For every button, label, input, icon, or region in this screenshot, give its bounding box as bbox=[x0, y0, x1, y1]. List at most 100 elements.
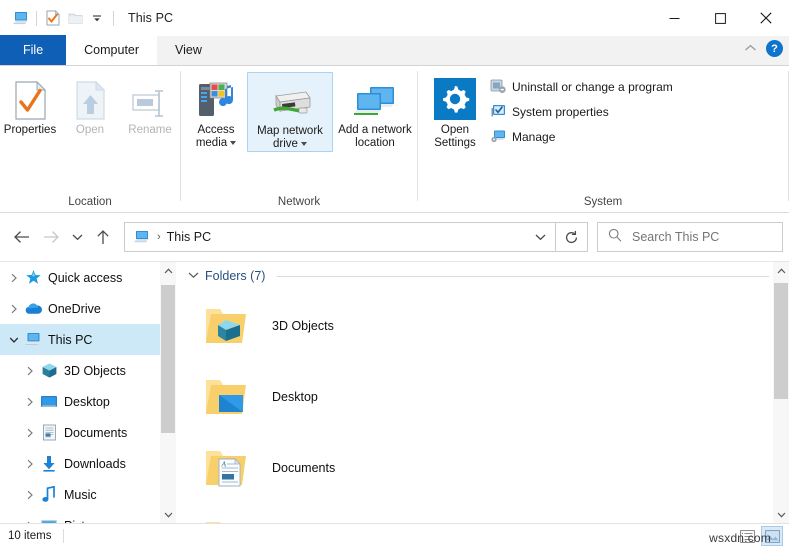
scroll-down-icon[interactable] bbox=[160, 506, 176, 523]
this-pc-icon bbox=[133, 230, 150, 244]
sidebar-item-onedrive[interactable]: OneDrive bbox=[0, 293, 176, 324]
add-network-location-button-label-1: Add a network bbox=[338, 124, 412, 136]
search-box[interactable] bbox=[597, 222, 783, 252]
scroll-up-icon[interactable] bbox=[160, 262, 176, 279]
add-network-location-button[interactable]: Add a network location bbox=[333, 72, 417, 150]
main-area: Quick access OneDrive This PC 3D Objects… bbox=[0, 261, 789, 523]
chevron-down-icon[interactable] bbox=[188, 270, 199, 282]
open-settings-button-label-1: Open bbox=[440, 124, 470, 136]
qat-separator-1 bbox=[36, 10, 37, 26]
map-network-drive-button[interactable]: Map network drive bbox=[247, 72, 333, 152]
ribbon-group-network: Access media Map network drive Add a net… bbox=[181, 66, 417, 213]
minimize-button[interactable] bbox=[651, 0, 697, 36]
tab-view[interactable]: View bbox=[157, 35, 220, 65]
system-properties-button[interactable]: System properties bbox=[486, 101, 677, 123]
map-network-drive-icon bbox=[266, 77, 314, 121]
sidebar-scroll-thumb[interactable] bbox=[161, 285, 175, 433]
chevron-right-icon[interactable] bbox=[6, 304, 22, 314]
close-button[interactable] bbox=[743, 0, 789, 36]
list-item-name: 3D Objects bbox=[272, 318, 334, 333]
scroll-down-icon[interactable] bbox=[773, 506, 789, 523]
properties-button[interactable]: Properties bbox=[0, 72, 60, 137]
up-button[interactable] bbox=[88, 222, 118, 252]
sidebar-item-quick-access[interactable]: Quick access bbox=[0, 262, 176, 293]
this-pc-icon[interactable] bbox=[9, 7, 31, 29]
sidebar-item-documents[interactable]: Documents bbox=[0, 417, 176, 448]
list-item[interactable]: 3D Objects bbox=[176, 290, 789, 361]
list-item[interactable]: Downloads bbox=[176, 503, 789, 523]
breadcrumb-separator[interactable]: › bbox=[157, 231, 161, 243]
list-item[interactable]: Desktop bbox=[176, 361, 789, 432]
recent-locations-button[interactable] bbox=[66, 222, 88, 252]
open-button-label: Open bbox=[75, 124, 105, 136]
help-icon[interactable]: ? bbox=[766, 40, 783, 57]
downloads-icon bbox=[38, 455, 60, 472]
chevron-right-icon[interactable] bbox=[22, 490, 38, 500]
status-bar: 10 items wsxdn.com bbox=[0, 523, 789, 548]
sidebar-item-this-pc[interactable]: This PC bbox=[0, 324, 176, 355]
ribbon-group-location-label: Location bbox=[68, 196, 112, 208]
sidebar-item-label: Downloads bbox=[64, 456, 126, 471]
manage-button[interactable]: Manage bbox=[486, 126, 677, 148]
forward-button[interactable] bbox=[36, 222, 66, 252]
properties-icon[interactable] bbox=[42, 7, 64, 29]
back-button[interactable] bbox=[6, 222, 36, 252]
chevron-down-icon[interactable] bbox=[300, 141, 307, 146]
list-item[interactable]: A Documents bbox=[176, 432, 789, 503]
3d-objects-icon bbox=[38, 362, 60, 379]
refresh-button[interactable] bbox=[556, 222, 588, 252]
chevron-down-icon[interactable] bbox=[6, 336, 22, 344]
tab-computer[interactable]: Computer bbox=[66, 35, 158, 65]
ribbon-tab-right-icons: ? bbox=[744, 40, 783, 57]
sidebar-item-label: This PC bbox=[48, 332, 93, 347]
uninstall-program-icon bbox=[490, 78, 506, 97]
open-button[interactable]: Open bbox=[60, 72, 120, 137]
folder-documents-icon: A bbox=[202, 444, 250, 492]
folders-group-header[interactable]: Folders (7) bbox=[176, 262, 789, 290]
customize-qat-icon[interactable] bbox=[86, 7, 108, 29]
address-field[interactable]: › This PC bbox=[124, 222, 556, 252]
uninstall-program-label: Uninstall or change a program bbox=[512, 80, 673, 94]
content-scroll-thumb[interactable] bbox=[774, 283, 788, 399]
content-scrollbar[interactable] bbox=[773, 262, 789, 523]
desktop-icon bbox=[38, 394, 60, 409]
manage-label: Manage bbox=[512, 130, 556, 144]
rename-button[interactable]: Rename bbox=[120, 72, 180, 137]
svg-text:A: A bbox=[221, 459, 227, 468]
scroll-up-icon[interactable] bbox=[773, 262, 789, 279]
collapse-ribbon-icon[interactable] bbox=[744, 43, 757, 55]
uninstall-program-button[interactable]: Uninstall or change a program bbox=[486, 76, 677, 98]
content-scroll-track[interactable] bbox=[773, 279, 789, 506]
ribbon: Properties Open Rename Location Access m… bbox=[0, 66, 789, 213]
file-explorer-window: This PC File Computer View ? Properties … bbox=[0, 0, 789, 548]
new-folder-icon[interactable] bbox=[64, 7, 86, 29]
sidebar-scrollbar[interactable] bbox=[160, 262, 176, 523]
properties-icon bbox=[14, 76, 47, 120]
access-media-button[interactable]: Access media bbox=[185, 72, 247, 150]
tab-file[interactable]: File bbox=[0, 35, 67, 65]
address-dropdown-icon[interactable] bbox=[525, 223, 555, 251]
sidebar-item-3d-objects[interactable]: 3D Objects bbox=[0, 355, 176, 386]
breadcrumb-this-pc[interactable]: This PC bbox=[167, 230, 211, 244]
maximize-button[interactable] bbox=[697, 0, 743, 36]
sidebar-item-label: OneDrive bbox=[48, 301, 101, 316]
search-input[interactable] bbox=[632, 230, 762, 244]
folder-3d-objects-icon bbox=[202, 302, 250, 350]
sidebar-item-desktop[interactable]: Desktop bbox=[0, 386, 176, 417]
chevron-down-icon[interactable] bbox=[230, 140, 237, 145]
chevron-right-icon[interactable] bbox=[22, 459, 38, 469]
chevron-right-icon[interactable] bbox=[22, 366, 38, 376]
sidebar-item-music[interactable]: Music bbox=[0, 479, 176, 510]
chevron-right-icon[interactable] bbox=[22, 428, 38, 438]
sidebar-scroll-track[interactable] bbox=[160, 279, 176, 506]
sidebar-item-pictures[interactable]: Pictures bbox=[0, 510, 176, 523]
window-title: This PC bbox=[128, 11, 174, 25]
sidebar-item-downloads[interactable]: Downloads bbox=[0, 448, 176, 479]
ribbon-group-system-label: System bbox=[583, 196, 623, 208]
properties-button-label: Properties bbox=[3, 124, 57, 136]
open-settings-button[interactable]: Open Settings bbox=[424, 72, 486, 150]
watermark: wsxdn.com bbox=[709, 531, 771, 545]
chevron-right-icon[interactable] bbox=[22, 397, 38, 407]
ribbon-group-system: Open Settings Uninstall or change a prog… bbox=[418, 66, 788, 213]
chevron-right-icon[interactable] bbox=[6, 273, 22, 283]
